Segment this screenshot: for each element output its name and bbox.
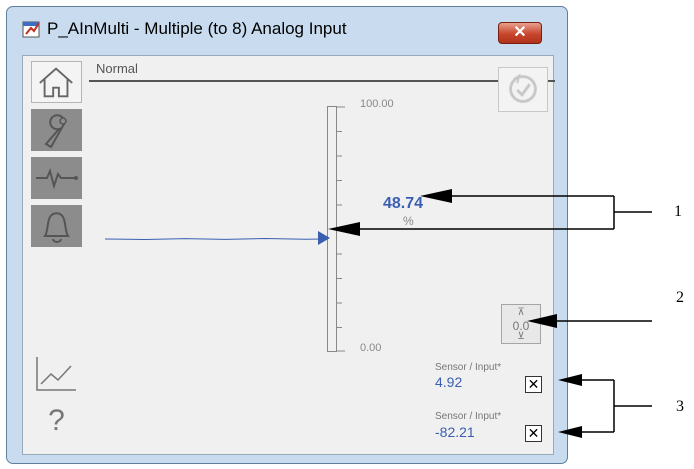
- sensor-2-checkbox[interactable]: ✕: [525, 425, 542, 442]
- wrench-icon: [44, 114, 67, 149]
- pv-unit: %: [403, 214, 414, 228]
- diagnostics-tab[interactable]: [31, 157, 82, 199]
- callout-3: 3: [676, 398, 684, 415]
- bell-icon: [43, 212, 70, 243]
- reset-up-arrow-icon: ⊼: [517, 307, 525, 318]
- bar-max-label: 100.00: [360, 98, 394, 110]
- mode-divider: [89, 80, 555, 82]
- trend-button[interactable]: [31, 352, 82, 394]
- faceplate-content: ? Normal 100.00 0.00 48.74 % ⊼ 0.0 ⊻ Sen…: [22, 55, 555, 455]
- home-tab[interactable]: [31, 61, 82, 103]
- maintenance-tab[interactable]: [31, 109, 82, 151]
- reset-button[interactable]: ⊼ 0.0 ⊻: [501, 304, 541, 344]
- window-title: P_AInMulti - Multiple (to 8) Analog Inpu…: [47, 19, 347, 38]
- close-button[interactable]: ✕: [498, 22, 542, 44]
- acknowledge-icon: [509, 73, 537, 103]
- home-icon: [39, 67, 73, 98]
- pv-value: 48.74: [383, 195, 424, 212]
- sensor-1-label: Sensor / Input*: [435, 362, 502, 373]
- sensor-1-value: 4.92: [435, 374, 463, 390]
- callout-1: 1: [674, 203, 682, 220]
- mode-label: Normal: [96, 61, 138, 76]
- acknowledge-button[interactable]: [498, 67, 548, 112]
- app-icon: [22, 19, 42, 39]
- sensor-1-checkbox[interactable]: ✕: [525, 376, 542, 393]
- pv-trend-line: [105, 237, 325, 241]
- faceplate-window: P_AInMulti - Multiple (to 8) Analog Inpu…: [6, 6, 568, 464]
- pv-pointer: [318, 231, 330, 245]
- bar-min-label: 0.00: [360, 342, 382, 354]
- title-bar[interactable]: P_AInMulti - Multiple (to 8) Analog Inpu…: [7, 7, 567, 45]
- sensor-2-label: Sensor / Input*: [435, 411, 502, 422]
- alarms-tab[interactable]: [31, 205, 82, 247]
- pv-bar-scale: [327, 106, 345, 352]
- reset-down-arrow-icon: ⊻: [517, 331, 525, 342]
- callout-2: 2: [676, 289, 684, 306]
- waveform-icon: [36, 167, 78, 190]
- trend-chart-icon: [36, 357, 76, 391]
- help-icon[interactable]: ?: [31, 400, 82, 442]
- sensor-2-value: -82.21: [435, 424, 475, 440]
- sidebar: ?: [23, 56, 89, 454]
